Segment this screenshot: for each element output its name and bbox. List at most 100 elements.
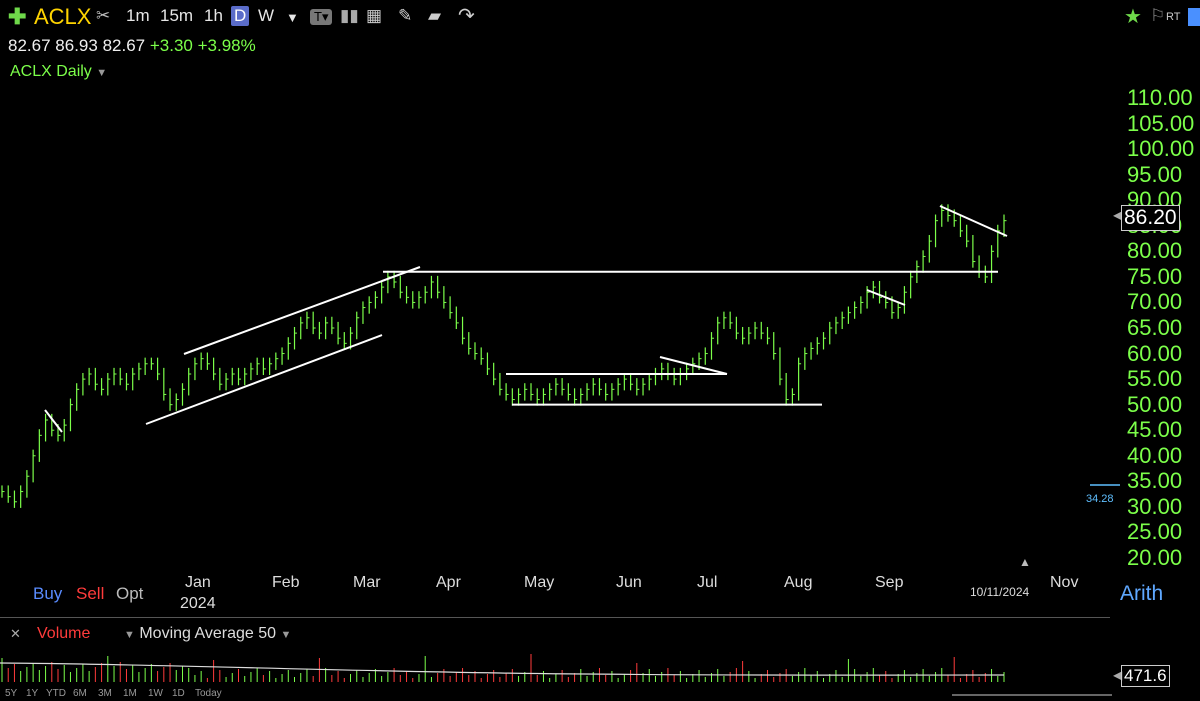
price-bar	[486, 352, 490, 376]
price-bar	[760, 321, 764, 340]
year-label: 2024	[180, 595, 216, 612]
price-bar	[791, 388, 795, 406]
range-1w[interactable]: 1W	[148, 688, 163, 699]
month-label-aug: Aug	[784, 574, 813, 591]
opt-button[interactable]: Opt	[116, 584, 143, 604]
price-bar	[860, 296, 864, 314]
price-bar	[592, 378, 596, 396]
moving-average-label[interactable]: ▼ Moving Average 50 ▼	[124, 625, 291, 643]
flag-line-1[interactable]	[659, 356, 728, 375]
price-bar	[38, 429, 42, 462]
price-bar	[841, 311, 845, 330]
price-bar	[393, 270, 397, 289]
price-bar	[418, 291, 422, 309]
price-bar	[325, 316, 329, 340]
price-bar	[605, 383, 609, 401]
price-bar	[443, 286, 447, 309]
month-label-nov: Nov	[1050, 574, 1079, 591]
price-bar	[773, 332, 777, 360]
y-tick-label: 55.00	[1127, 366, 1183, 392]
price-bar	[281, 347, 285, 365]
price-bar	[673, 367, 677, 386]
flag-line-3[interactable]	[939, 205, 1008, 237]
range-6m[interactable]: 6M	[73, 688, 87, 699]
volume-label[interactable]: Volume	[37, 625, 90, 643]
range-ytd[interactable]: YTD	[46, 688, 66, 699]
ma-dropdown-icon: ▼	[124, 629, 135, 641]
month-label-mar: Mar	[353, 574, 381, 591]
price-bar	[878, 280, 883, 304]
price-bar	[766, 326, 771, 345]
price-bar	[742, 326, 746, 345]
range-1d[interactable]: 1D	[172, 688, 185, 699]
price-bar	[480, 347, 484, 365]
price-bar	[573, 388, 578, 406]
y-tick-label: 95.00	[1127, 161, 1183, 187]
price-bar	[511, 388, 515, 406]
range-1m[interactable]: 1M	[123, 688, 137, 699]
sell-button[interactable]: Sell	[76, 584, 104, 604]
price-bar	[493, 362, 497, 386]
price-bar	[704, 347, 708, 365]
price-bar	[430, 275, 434, 299]
y-tick-label: 100.00	[1127, 136, 1195, 162]
price-bar	[623, 372, 627, 391]
price-bar	[934, 214, 939, 248]
price-bar	[200, 352, 204, 370]
price-bar	[629, 372, 634, 391]
price-bar	[505, 383, 509, 401]
price-bar	[972, 234, 976, 268]
price-bar	[175, 393, 179, 411]
y-tick-label: 25.00	[1127, 519, 1183, 545]
scroll-up-icon[interactable]: ▲	[1019, 555, 1031, 569]
y-tick-label: 80.00	[1127, 238, 1183, 264]
y-tick-label: 40.00	[1127, 442, 1183, 468]
range-1y[interactable]: 1Y	[26, 688, 38, 699]
price-bar	[362, 301, 366, 324]
price-bar	[231, 367, 235, 386]
price-bar	[455, 306, 459, 330]
price-bar	[517, 388, 522, 406]
price-bar	[717, 316, 721, 345]
price-bar	[219, 367, 223, 391]
price-bar	[710, 332, 714, 360]
range-5y[interactable]: 5Y	[5, 688, 17, 699]
channel-lower-line[interactable]	[145, 334, 383, 425]
price-bar	[32, 449, 36, 483]
price-bar	[374, 291, 378, 309]
buy-button[interactable]: Buy	[33, 584, 62, 604]
price-bar	[499, 372, 503, 396]
month-label-apr: Apr	[436, 574, 461, 591]
price-bar	[287, 337, 291, 360]
range-today[interactable]: Today	[195, 688, 222, 699]
scale-mode-label[interactable]: Arith	[1120, 582, 1163, 606]
price-bar	[642, 378, 646, 396]
price-bar	[275, 352, 279, 370]
horizontal-scrollbar[interactable]	[952, 694, 1112, 696]
price-bar	[381, 280, 385, 304]
price-bar	[959, 214, 963, 238]
price-bar	[928, 234, 932, 263]
price-bar	[368, 296, 372, 314]
close-panel-icon[interactable]: ✕	[10, 626, 21, 642]
range-3m[interactable]: 3M	[98, 688, 112, 699]
price-bar	[785, 372, 789, 406]
price-bar	[723, 311, 727, 330]
price-bar	[910, 270, 914, 299]
price-bar	[984, 265, 988, 284]
flag-line-4[interactable]	[44, 409, 63, 433]
price-bar	[293, 326, 298, 350]
price-bar	[132, 367, 136, 391]
price-bar	[1003, 214, 1007, 238]
price-bar	[449, 296, 453, 319]
price-bar	[854, 301, 858, 319]
price-bar	[225, 372, 229, 391]
price-bar	[405, 286, 410, 304]
price-bar	[318, 321, 322, 340]
price-bar	[7, 485, 11, 503]
price-bar	[63, 418, 67, 442]
price-bar	[144, 357, 148, 376]
channel-upper-line[interactable]	[183, 266, 421, 355]
price-bar	[94, 367, 98, 391]
y-tick-label: 75.00	[1127, 263, 1183, 289]
